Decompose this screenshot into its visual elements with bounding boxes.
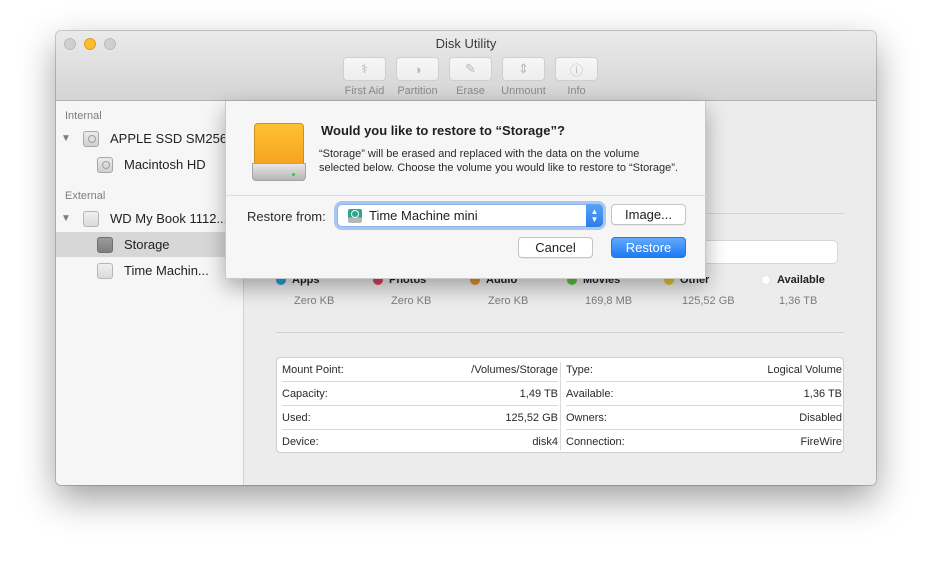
info-label: Connection: — [566, 436, 625, 448]
info-value: disk4 — [532, 436, 558, 448]
disclosure-triangle-icon[interactable]: ▼ — [61, 213, 71, 224]
sidebar-item-label: APPLE SSD SM256 — [110, 131, 228, 146]
info-row-capacity: Capacity: 1,49 TB — [282, 382, 558, 406]
info-label: Type: — [566, 363, 593, 376]
external-disk-icon — [83, 210, 99, 227]
legend-value: 125,52 GB — [682, 295, 735, 307]
toolbar-label: Info — [567, 85, 586, 97]
divider — [276, 332, 844, 333]
toolbar-first-aid[interactable]: ⚕ First Aid — [338, 57, 391, 97]
window-title: Disk Utility — [435, 36, 497, 51]
unmount-icon[interactable]: ⇕ — [502, 57, 545, 81]
info-label: Used: — [282, 411, 311, 424]
sidebar-item-apple-ssd[interactable]: ▼ APPLE SSD SM256 — [56, 126, 244, 151]
sidebar-item-label: WD My Book 1112... — [110, 211, 228, 226]
sidebar-item-wd-my-book[interactable]: ▼ WD My Book 1112... — [56, 206, 244, 231]
legend-value: Zero KB — [391, 295, 432, 307]
info-label: Capacity: — [282, 387, 328, 400]
stethoscope-icon[interactable]: ⚕ — [343, 57, 386, 81]
restore-from-value: Time Machine mini — [369, 208, 478, 223]
external-drive-icon — [252, 123, 306, 183]
toolbar: ⚕ First Aid ◑ Partition ✎ Erase ⇕ Unmoun… — [338, 57, 603, 97]
info-value: Disabled — [799, 411, 842, 424]
info-label: Mount Point: — [282, 363, 344, 376]
erase-icon[interactable]: ✎ — [449, 57, 492, 81]
sidebar-item-macintosh-hd[interactable]: Macintosh HD — [56, 152, 244, 177]
legend-label: Available — [777, 274, 825, 286]
pie-partition-icon[interactable]: ◑ — [396, 57, 439, 81]
info-row-device: Device: disk4 — [282, 430, 558, 454]
external-volume-icon — [97, 236, 113, 253]
dialog-divider — [226, 195, 707, 196]
toolbar-label: Unmount — [501, 85, 546, 97]
info-column-right: Type: Logical Volume Available: 1,36 TB Ow… — [566, 358, 842, 454]
title-bar: Disk Utility ⚕ First Aid ◑ Partition ✎ E… — [56, 31, 876, 101]
info-value: 1,36 TB — [803, 387, 842, 400]
sidebar-item-label: Macintosh HD — [124, 157, 206, 172]
toolbar-unmount[interactable]: ⇕ Unmount — [497, 57, 550, 97]
legend-value: Zero KB — [488, 295, 529, 307]
toolbar-info[interactable]: ⓘ Info — [550, 57, 603, 97]
info-row-type: Type: Logical Volume — [566, 358, 842, 382]
toolbar-label: Partition — [397, 85, 438, 97]
legend-value: 169,8 MB — [585, 295, 633, 307]
sidebar: Internal ▼ APPLE SSD SM256 Macintosh HD … — [56, 101, 244, 485]
disclosure-triangle-icon[interactable]: ▼ — [61, 133, 71, 144]
legend-value: 1,36 TB — [779, 295, 818, 307]
toolbar-erase[interactable]: ✎ Erase — [444, 57, 497, 97]
internal-disk-icon — [83, 130, 99, 147]
sidebar-item-label: Storage — [124, 237, 170, 252]
time-machine-disk-icon — [348, 208, 362, 223]
volume-info-table: Mount Point: /Volumes/Storage Capacity: 1,… — [276, 357, 844, 453]
info-value: 1,49 TB — [519, 387, 558, 400]
restore-button[interactable]: Restore — [611, 237, 686, 258]
info-row-mount-point: Mount Point: /Volumes/Storage — [282, 358, 558, 382]
info-label: Device: — [282, 436, 319, 448]
popup-chevron-icon[interactable]: ▲ ▼ — [586, 204, 603, 227]
legend-available: Available 1,36 TB — [761, 274, 858, 307]
usage-bar — [685, 240, 838, 264]
info-label: Owners: — [566, 411, 607, 424]
info-value: Logical Volume — [767, 363, 842, 376]
info-column-divider — [560, 362, 561, 450]
info-column-left: Mount Point: /Volumes/Storage Capacity: 1,… — [282, 358, 558, 454]
toolbar-label: First Aid — [344, 85, 385, 97]
info-row-available: Available: 1,36 TB — [566, 382, 842, 406]
info-row-used: Used: 125,52 GB — [282, 406, 558, 430]
legend-value: Zero KB — [294, 295, 335, 307]
sidebar-item-label: Time Machin... — [124, 263, 209, 278]
dialog-title: Would you like to restore to “Storage”? — [321, 123, 565, 138]
restore-from-label: Restore from: — [247, 209, 326, 224]
internal-volume-icon — [97, 156, 113, 173]
available-color-dot — [761, 275, 771, 285]
info-value: FireWire — [800, 436, 842, 448]
toolbar-partition[interactable]: ◑ Partition — [391, 57, 444, 97]
external-volume-icon — [97, 262, 113, 279]
image-button[interactable]: Image... — [611, 204, 686, 225]
sidebar-item-storage[interactable]: Storage — [56, 232, 244, 257]
info-row-owners: Owners: Disabled — [566, 406, 842, 430]
info-row-connection: Connection: FireWire — [566, 430, 842, 454]
restore-dialog: Would you like to restore to “Storage”? … — [225, 101, 707, 279]
sidebar-item-time-machine[interactable]: Time Machin... — [56, 258, 244, 283]
info-icon[interactable]: ⓘ — [555, 57, 598, 81]
cancel-button[interactable]: Cancel — [518, 237, 593, 258]
dialog-message: “Storage” will be erased and replaced wi… — [319, 148, 678, 174]
info-label: Available: — [566, 387, 614, 400]
info-value: /Volumes/Storage — [471, 363, 558, 376]
sidebar-section-external: External — [65, 190, 106, 202]
info-value: 125,52 GB — [505, 411, 558, 424]
restore-from-popup[interactable]: Time Machine mini ▲ ▼ — [337, 204, 603, 227]
toolbar-label: Erase — [456, 85, 485, 97]
sidebar-section-internal: Internal — [65, 110, 102, 122]
